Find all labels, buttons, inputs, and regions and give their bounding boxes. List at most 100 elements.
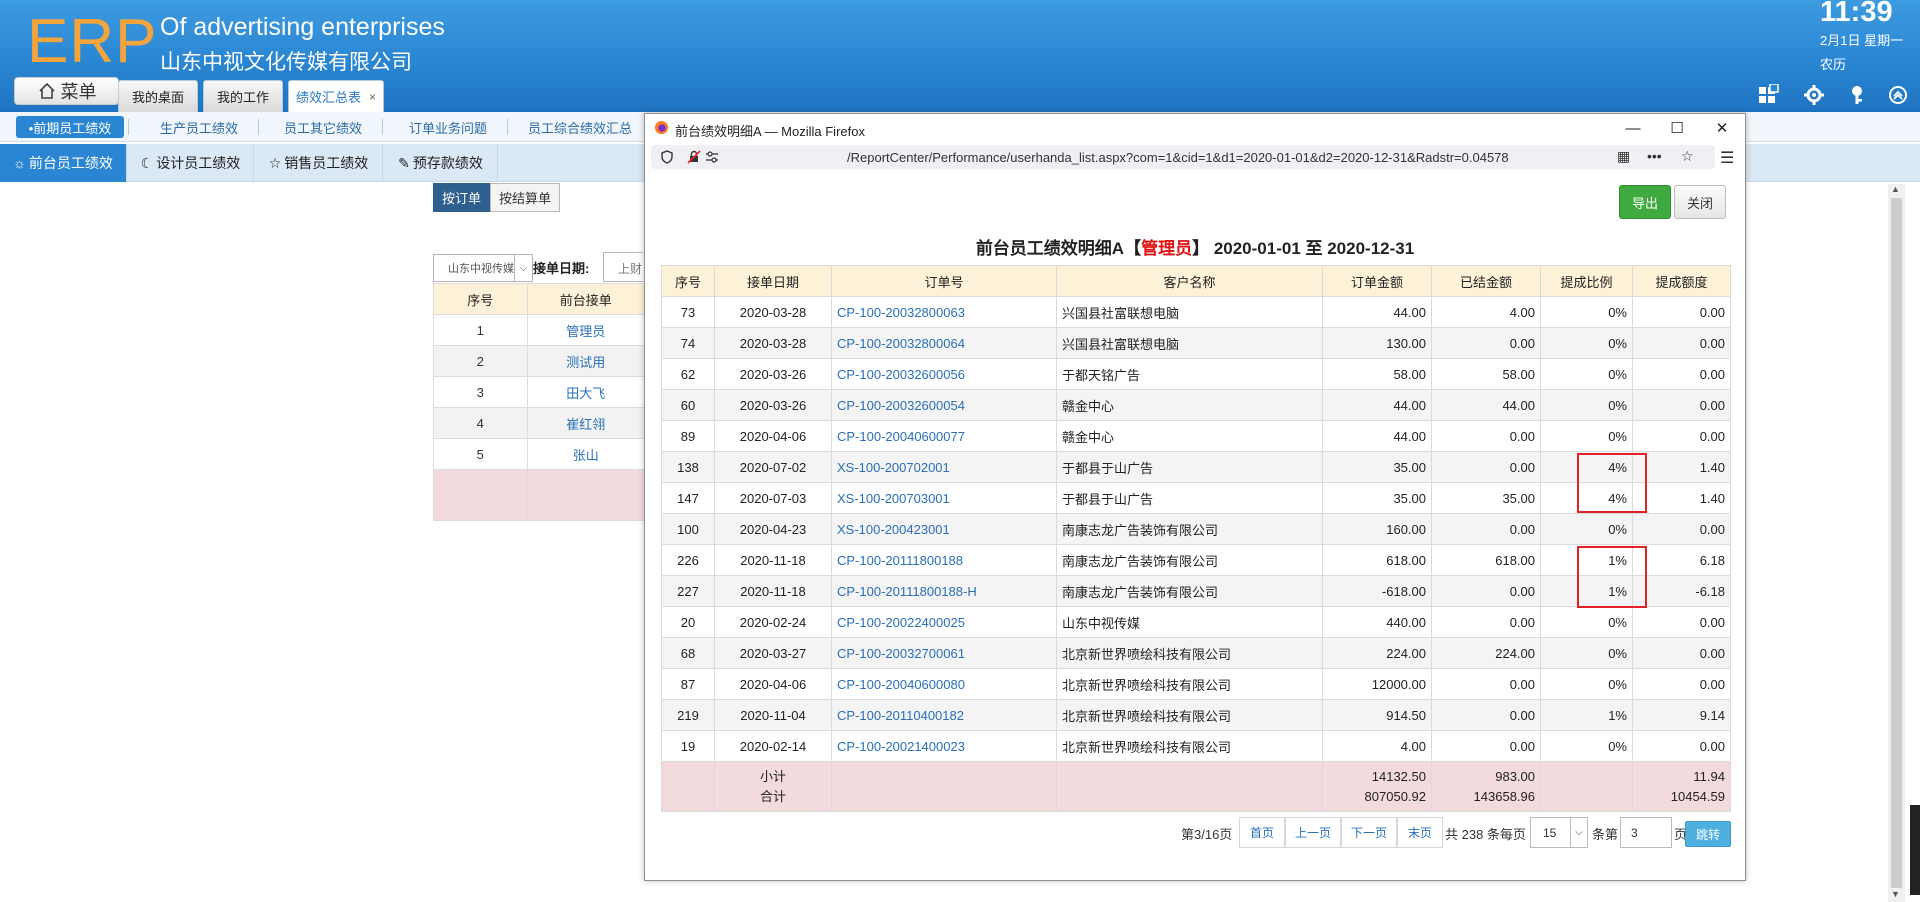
subtab-order-issues[interactable]: 订单业务问题 <box>393 116 503 138</box>
page-scrollbar[interactable]: ▲ ▼ <box>1888 184 1905 902</box>
order-date: 2020-03-26 <box>714 358 832 390</box>
order-date-input[interactable]: 上财 <box>603 252 643 282</box>
order-number-link[interactable]: CP-100-20110400182 <box>831 699 1057 731</box>
order-number-link[interactable]: CP-100-20032600056 <box>831 358 1057 390</box>
tab-my-desktop[interactable]: 我的桌面 <box>118 80 198 112</box>
order-date: 2020-03-28 <box>714 296 832 328</box>
summary-settled: 983.00 143658.96 <box>1431 761 1541 812</box>
order-number-link[interactable]: CP-100-20040600080 <box>831 668 1057 700</box>
staff-link[interactable]: 张山 <box>526 438 646 470</box>
tab-design-performance[interactable]: ☾ 设计员工绩效 <box>128 144 254 182</box>
total-cell <box>433 469 528 521</box>
summary-commission: 11.94 10454.59 <box>1632 761 1731 812</box>
commission-rate: 0% <box>1540 606 1633 638</box>
tab-my-work[interactable]: 我的工作 <box>203 80 283 112</box>
order-number-link[interactable]: XS-100-200423001 <box>831 513 1057 545</box>
company-name-en: Of advertising enterprises <box>160 13 445 41</box>
gear-icon[interactable] <box>1803 84 1825 106</box>
subtab-other-staff[interactable]: 员工其它绩效 <box>268 116 378 138</box>
close-icon[interactable]: × <box>369 90 376 104</box>
bookmark-star-icon[interactable]: ☆ <box>1681 148 1694 165</box>
order-number-link[interactable]: CP-100-20032600054 <box>831 389 1057 421</box>
report-title-suffix: 】 2020-01-01 至 2020-12-31 <box>1192 239 1415 258</box>
tab-performance-summary[interactable]: 绩效汇总表 × <box>288 80 384 112</box>
row-no: 226 <box>661 544 715 576</box>
order-date: 2020-04-06 <box>714 420 832 452</box>
permissions-icon[interactable] <box>705 150 719 164</box>
customer-name: 北京新世界喷绘科技有限公司 <box>1056 730 1323 762</box>
qr-code-icon[interactable]: ▦ <box>1617 148 1630 165</box>
summary-cell <box>661 761 715 812</box>
next-page-button[interactable]: 下一页 <box>1341 817 1397 848</box>
page-number-input[interactable]: 3 <box>1620 817 1672 848</box>
by-order-button[interactable]: 按订单 <box>433 183 490 212</box>
subtab-production-staff[interactable]: 生产员工绩效 <box>144 116 254 138</box>
last-page-button[interactable]: 末页 <box>1397 817 1443 848</box>
more-options-icon[interactable]: ••• <box>1647 148 1662 164</box>
order-number-link[interactable]: XS-100-200702001 <box>831 451 1057 483</box>
staff-link[interactable]: 管理员 <box>526 314 646 346</box>
by-settlement-button[interactable]: 按结算单 <box>490 183 560 212</box>
commission-amount: 0.00 <box>1632 606 1731 638</box>
total-label: 合计 <box>759 788 786 804</box>
jump-button[interactable]: 跳转 <box>1685 821 1731 847</box>
order-number-link[interactable]: CP-100-20111800188-H <box>831 575 1057 607</box>
key-icon[interactable] <box>1846 84 1868 106</box>
table-row: 87 2020-04-06 CP-100-20040600080 北京新世界喷绘科技有… <box>661 668 1731 700</box>
page-size-select[interactable]: 15 ⌵ <box>1530 817 1588 848</box>
address-bar[interactable]: /ReportCenter/Performance/userhanda_list… <box>651 145 1715 169</box>
commission-rate: 0% <box>1540 637 1633 669</box>
scrollbar-thumb[interactable] <box>1891 198 1902 888</box>
commission-amount: 1.40 <box>1632 482 1731 514</box>
column-header: 提成额度 <box>1632 265 1731 297</box>
order-number-link[interactable]: CP-100-20021400023 <box>831 730 1057 762</box>
first-page-button[interactable]: 首页 <box>1239 817 1285 848</box>
menu-button[interactable]: 菜单 <box>14 77 119 105</box>
order-number-link[interactable]: CP-100-20032700061 <box>831 637 1057 669</box>
order-number-link[interactable]: CP-100-20040600077 <box>831 420 1057 452</box>
export-button[interactable]: 导出 <box>1619 185 1671 219</box>
order-number-link[interactable]: CP-100-20022400025 <box>831 606 1057 638</box>
company-select[interactable]: 山东中视传媒 ⌵ <box>433 254 533 282</box>
subtab-early-staff[interactable]: •前期员工绩效 <box>16 116 124 138</box>
row-no: 20 <box>661 606 715 638</box>
row-no: 1 <box>433 314 528 346</box>
commission-rate: 0% <box>1540 389 1633 421</box>
table-row: 138 2020-07-02 XS-100-200702001 于都县于山广告 35.0… <box>661 451 1731 483</box>
close-button[interactable]: 关闭 <box>1674 185 1726 219</box>
staff-link[interactable]: 崔红翎 <box>526 407 646 439</box>
prev-page-button[interactable]: 上一页 <box>1285 817 1341 848</box>
report-title-user: 管理员 <box>1141 239 1193 258</box>
collapse-icon[interactable] <box>1887 84 1909 106</box>
subtab-staff-summary[interactable]: 员工综合绩效汇总 <box>518 116 644 138</box>
order-amount: 58.00 <box>1322 358 1432 390</box>
volume-meter <box>1910 805 1920 895</box>
row-no: 227 <box>661 575 715 607</box>
order-amount: 35.00 <box>1322 451 1432 483</box>
row-no: 19 <box>661 730 715 762</box>
scroll-up-icon[interactable]: ▲ <box>1891 184 1900 194</box>
customer-name: 北京新世界喷绘科技有限公司 <box>1056 699 1323 731</box>
close-window-icon[interactable]: ✕ <box>1711 118 1733 138</box>
order-number-link[interactable]: XS-100-200703001 <box>831 482 1057 514</box>
tab-front-desk-performance[interactable]: ☼ 前台员工绩效 <box>0 144 127 182</box>
order-number-link[interactable]: CP-100-20032800064 <box>831 327 1057 359</box>
customer-name: 赣金中心 <box>1056 420 1323 452</box>
total-amount: 807050.92 <box>1364 788 1426 804</box>
minimize-icon[interactable]: — <box>1622 118 1644 138</box>
order-number-link[interactable]: CP-100-20032800063 <box>831 296 1057 328</box>
scroll-down-icon[interactable]: ▼ <box>1891 889 1900 899</box>
tab-prepaid-performance[interactable]: ✎ 预存款绩效 <box>384 144 498 182</box>
company-select-value: 山东中视传媒 <box>448 263 514 275</box>
settled-amount: 0.00 <box>1431 668 1541 700</box>
grid-icon[interactable] <box>1757 84 1779 106</box>
staff-link[interactable]: 测试用 <box>526 345 646 377</box>
tab-sales-performance[interactable]: ☆ 销售员工绩效 <box>255 144 383 182</box>
hamburger-menu-icon[interactable]: ☰ <box>1720 148 1734 168</box>
staff-link[interactable]: 田大飞 <box>526 376 646 408</box>
settled-amount: 0.00 <box>1431 513 1541 545</box>
order-number-link[interactable]: CP-100-20111800188 <box>831 544 1057 576</box>
maximize-icon[interactable]: ☐ <box>1666 118 1688 138</box>
url-text[interactable]: /ReportCenter/Performance/userhanda_list… <box>847 150 1607 165</box>
customer-name: 南康志龙广告装饰有限公司 <box>1056 575 1323 607</box>
